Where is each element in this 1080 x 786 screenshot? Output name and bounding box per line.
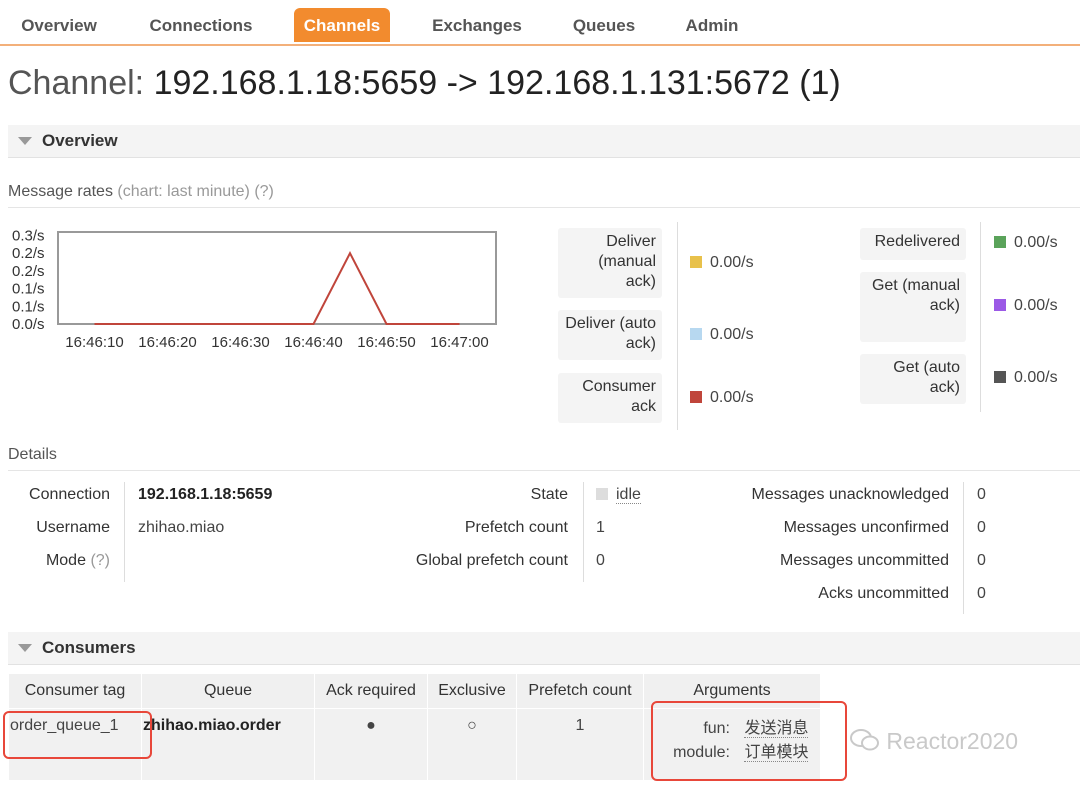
y-tick-label: 0.1/s [12,281,45,298]
tab-channels[interactable]: Channels [294,8,390,42]
username-value: zhihao.miao [138,519,225,536]
x-tick-label: 16:46:50 [357,334,415,351]
x-tick-label: 16:46:10 [65,334,123,351]
consumers-section-toggle[interactable]: Consumers [8,632,1080,665]
channel-name: 192.168.1.18:5659 -> 192.168.1.131:5672 … [153,64,841,102]
col-consumer-tag: Consumer tag [8,673,142,709]
state-value: idle [596,486,641,504]
exclusive-icon: ○ [427,708,517,781]
details-divider [963,482,964,614]
rate-value-redelivered: 0.00/s [994,234,1058,252]
x-tick-label: 16:46:30 [211,334,269,351]
global-prefetch-label: Global prefetch count [415,552,568,569]
rate-value-deliver-auto: 0.00/s [690,326,754,344]
watermark-text: Reactor2020 [886,728,1019,754]
connection-link[interactable]: 192.168.1.18:5659 [138,486,272,504]
y-tick-label: 0.2/s [12,245,45,262]
rate-value-get-auto: 0.00/s [994,369,1058,387]
connection-label: Connection [29,486,110,503]
msg-unacked-label: Messages unacknowledged [751,486,949,503]
highlight-consumer-tag [3,711,152,759]
top-nav: Overview Connections Channels Exchanges … [0,0,1080,46]
queue-link[interactable]: zhihao.miao.order [141,708,315,781]
series-swatch [994,236,1006,248]
title-prefix: Channel: [8,64,145,102]
series-swatch [994,371,1006,383]
rate-label-deliver-manual: Deliver (manual ack) [558,228,662,298]
rate-label-redelivered: Redelivered [860,228,966,260]
prefetch-value: 1 [516,708,644,781]
state-label: State [530,486,568,503]
col-prefetch-count: Prefetch count [516,673,644,709]
msg-unconfirmed-label: Messages unconfirmed [783,519,949,536]
rates-divider [980,222,981,412]
collapse-triangle-icon [18,137,32,145]
y-tick-label: 0.2/s [12,263,45,280]
series-swatch [690,328,702,340]
tab-admin[interactable]: Admin [674,8,750,42]
overview-section-toggle[interactable]: Overview [8,125,1080,158]
rate-value-get-manual: 0.00/s [994,297,1058,315]
chart-plot-area [57,231,497,325]
collapse-triangle-icon [18,644,32,652]
series-swatch [690,391,702,403]
msg-unacked-value: 0 [977,486,986,503]
ack-required-icon: ● [314,708,428,781]
col-queue: Queue [141,673,315,709]
y-tick-label: 0.0/s [12,316,45,333]
rate-value-deliver-manual: 0.00/s [690,254,754,272]
y-tick-label: 0.3/s [12,228,45,245]
tab-queues[interactable]: Queues [562,8,646,42]
state-indicator [596,488,608,500]
msg-unconfirmed-value: 0 [977,519,986,536]
chat-icon [850,729,879,751]
x-tick-label: 16:46:20 [138,334,196,351]
y-tick-label: 0.1/s [12,298,45,315]
global-prefetch-value: 0 [596,552,605,569]
message-rates-label: Message rates [8,183,113,200]
highlight-arguments [651,701,847,781]
x-tick-label: 16:46:40 [284,334,342,351]
acks-uncommitted-value: 0 [977,585,986,602]
message-rates-chart: 0.3/s0.2/s0.2/s0.1/s0.1/s0.0/s16:46:10 16… [12,228,497,351]
col-exclusive: Exclusive [427,673,517,709]
watermark: Reactor2020 [850,728,1018,755]
chart-hint[interactable]: (chart: last minute) (?) [117,183,273,200]
series-swatch [994,299,1006,311]
details-divider [583,482,584,582]
message-rates-heading: Message rates (chart: last minute) (?) [8,183,1080,208]
mode-help-link[interactable]: (?) [90,552,110,569]
col-ack-required: Ack required [314,673,428,709]
mode-label: Mode (?) [45,552,110,569]
details-heading: Details [8,446,1080,471]
rate-label-deliver-auto: Deliver (auto ack) [558,310,662,360]
msg-uncommitted-label: Messages uncommitted [780,552,949,569]
rate-label-consumer-ack: Consumer ack [558,373,662,423]
series-swatch [690,256,702,268]
tab-exchanges[interactable]: Exchanges [420,8,534,42]
acks-uncommitted-label: Acks uncommitted [818,585,949,602]
prefetch-count-label: Prefetch count [464,519,568,536]
rate-label-get-manual: Get (manual ack) [860,272,966,342]
username-label: Username [36,519,110,536]
tab-connections[interactable]: Connections [136,8,266,42]
tab-overview[interactable]: Overview [8,8,110,42]
rates-divider [677,222,678,430]
overview-heading: Overview [42,131,118,150]
msg-uncommitted-value: 0 [977,552,986,569]
consumers-heading: Consumers [42,638,136,657]
x-tick-label: 16:47:00 [430,334,488,351]
rate-value-consumer-ack: 0.00/s [690,389,754,407]
rate-label-get-auto: Get (auto ack) [860,354,966,404]
page-title: Channel: 192.168.1.18:5659 -> 192.168.1.… [8,64,841,103]
details-divider [124,482,125,582]
prefetch-count-value: 1 [596,519,605,536]
